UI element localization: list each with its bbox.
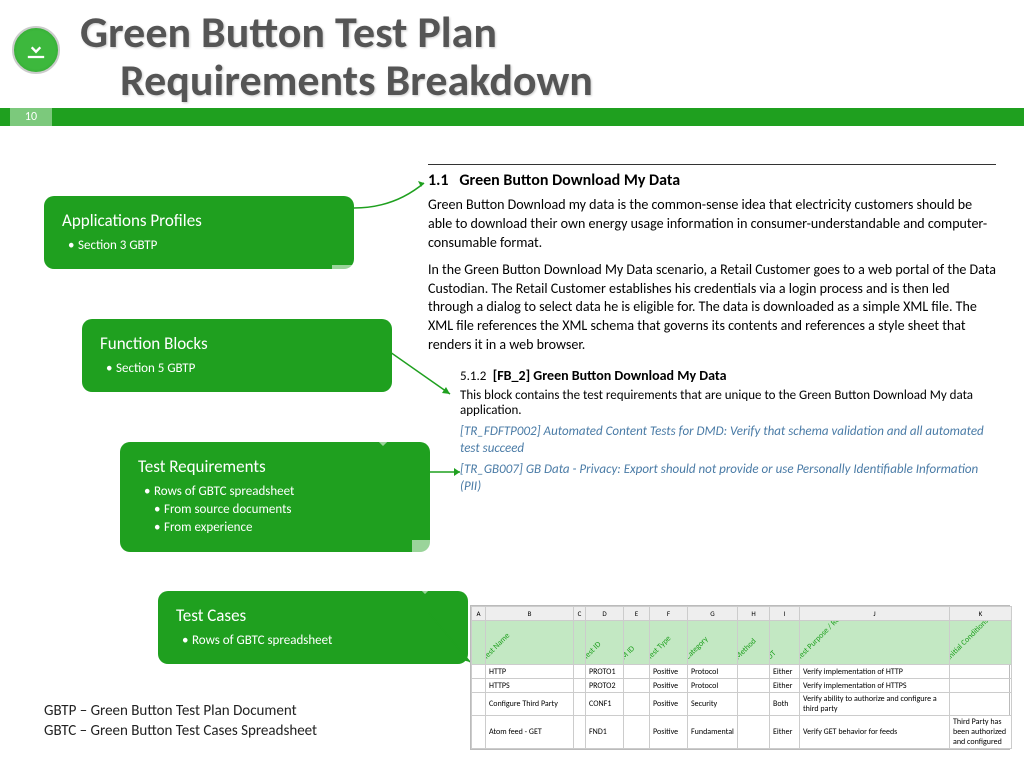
subsection-paragraph: This block contains the test requirement… (460, 388, 996, 418)
step-function-blocks: Function Blocks Section 5 GBTP (82, 319, 392, 392)
table-row: HTTPPROTO1PositiveProtocolEitherVerify i… (472, 665, 1012, 679)
test-requirement-link: [TR_FDFTP002] Automated Content Tests fo… (460, 424, 996, 458)
subsection-title: 5.1.2 [FB_2] Green Button Download My Da… (460, 367, 996, 384)
step-bullet: Rows of GBTC spreadsheet (144, 483, 412, 501)
down-arrow-icon (320, 265, 370, 321)
abbr-line: GBTP – Green Button Test Plan Document (44, 702, 317, 722)
step-subbullet: From experience (144, 519, 412, 537)
section-paragraph: Green Button Download my data is the com… (428, 196, 996, 253)
step-test-cases: Test Cases Rows of GBTC spreadsheet (158, 591, 468, 664)
table-row: Configure Third PartyCONF1PositiveSecuri… (472, 693, 1012, 716)
title-line2: Requirements Breakdown (120, 56, 593, 104)
page-number: 10 (10, 108, 52, 126)
test-requirement-link: [TR_GB007] GB Data - Privacy: Export sho… (460, 462, 996, 496)
step-bullet: Rows of GBTC spreadsheet (182, 632, 450, 650)
step-heading: Test Requirements (138, 456, 412, 477)
title-bar (0, 108, 1024, 126)
down-arrow-icon (400, 540, 450, 596)
step-subbullet: From source documents (144, 501, 412, 519)
section-1-1-title: 1.1 Green Button Download My Data (428, 171, 996, 190)
down-arrow-icon (358, 392, 408, 448)
section-5-1-2: 5.1.2 [FB_2] Green Button Download My Da… (460, 367, 996, 496)
abbreviations: GBTP – Green Button Test Plan Document G… (44, 702, 317, 741)
table-row: HTTPSPROTO2PositiveProtocolEitherVerify … (472, 679, 1012, 693)
step-bullet: Section 3 GBTP (68, 237, 336, 255)
title-line1: Green Button Test Plan (80, 8, 593, 56)
slide-title: Green Button Test Plan Requirements Brea… (80, 8, 593, 105)
step-applications-profiles: Applications Profiles Section 3 GBTP (44, 196, 354, 269)
right-content: 1.1 Green Button Download My Data Green … (428, 164, 996, 500)
step-heading: Test Cases (176, 605, 450, 626)
section-divider (428, 164, 996, 165)
step-bullet: Section 5 GBTP (106, 360, 374, 378)
table-row: ABCDEFGHIJK (472, 607, 1012, 621)
table-row: Atom feed - GETFND1PositiveFundamentalEi… (472, 716, 1012, 749)
spreadsheet-preview: ABCDEFGHIJK Test NameTest IDM IDTest Typ… (470, 605, 1010, 750)
abbr-line: GBTC – Green Button Test Cases Spreadshe… (44, 722, 317, 742)
table-row: Test NameTest IDM IDTest TypeCategoryMet… (472, 621, 1012, 665)
step-heading: Applications Profiles (62, 210, 336, 231)
download-icon (12, 26, 60, 74)
section-paragraph: In the Green Button Download My Data sce… (428, 261, 996, 355)
connector-arrow-icon (354, 178, 434, 218)
step-test-requirements: Test Requirements Rows of GBTC spreadshe… (120, 442, 430, 552)
step-heading: Function Blocks (100, 333, 374, 354)
